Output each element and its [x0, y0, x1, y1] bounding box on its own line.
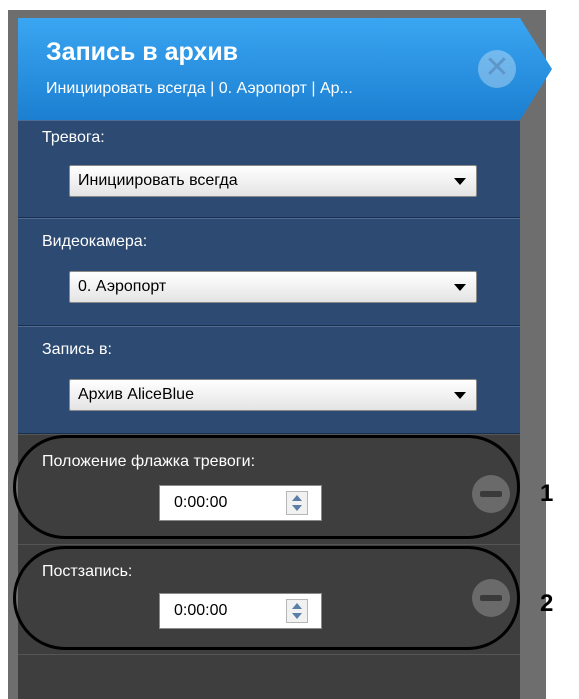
callout-loop-2	[13, 546, 520, 650]
camera-dropdown-value: 0. Аэропорт	[78, 278, 167, 295]
chevron-down-icon	[454, 284, 466, 291]
record-to-section: Запись в: Архив AliceBlue	[18, 326, 520, 434]
chevron-down-icon	[454, 392, 466, 399]
alarm-section: Тревога: Инициировать всегда	[18, 120, 520, 218]
chevron-down-icon	[454, 178, 466, 185]
panel-title: Запись в архив	[46, 38, 239, 66]
callout-loop-1	[13, 435, 520, 539]
camera-dropdown[interactable]: 0. Аэропорт	[69, 271, 477, 303]
empty-section	[18, 654, 520, 699]
close-icon[interactable]: ✕	[478, 50, 516, 88]
record-to-dropdown-value: Архив AliceBlue	[78, 386, 194, 403]
camera-label: Видеокамера:	[42, 233, 148, 250]
callout-number-1: 1	[540, 480, 554, 507]
panel-header: Запись в архив Инициировать всегда | 0. …	[18, 18, 552, 120]
record-to-dropdown[interactable]: Архив AliceBlue	[69, 379, 477, 411]
alarm-dropdown[interactable]: Инициировать всегда	[69, 165, 477, 197]
alarm-dropdown-value: Инициировать всегда	[78, 172, 238, 189]
alarm-label: Тревога:	[42, 129, 105, 146]
panel-subtitle: Инициировать всегда | 0. Аэропорт | Ар..…	[46, 80, 353, 97]
camera-section: Видеокамера: 0. Аэропорт	[18, 218, 520, 326]
callout-number-2: 2	[540, 590, 554, 617]
record-to-label: Запись в:	[42, 341, 112, 358]
